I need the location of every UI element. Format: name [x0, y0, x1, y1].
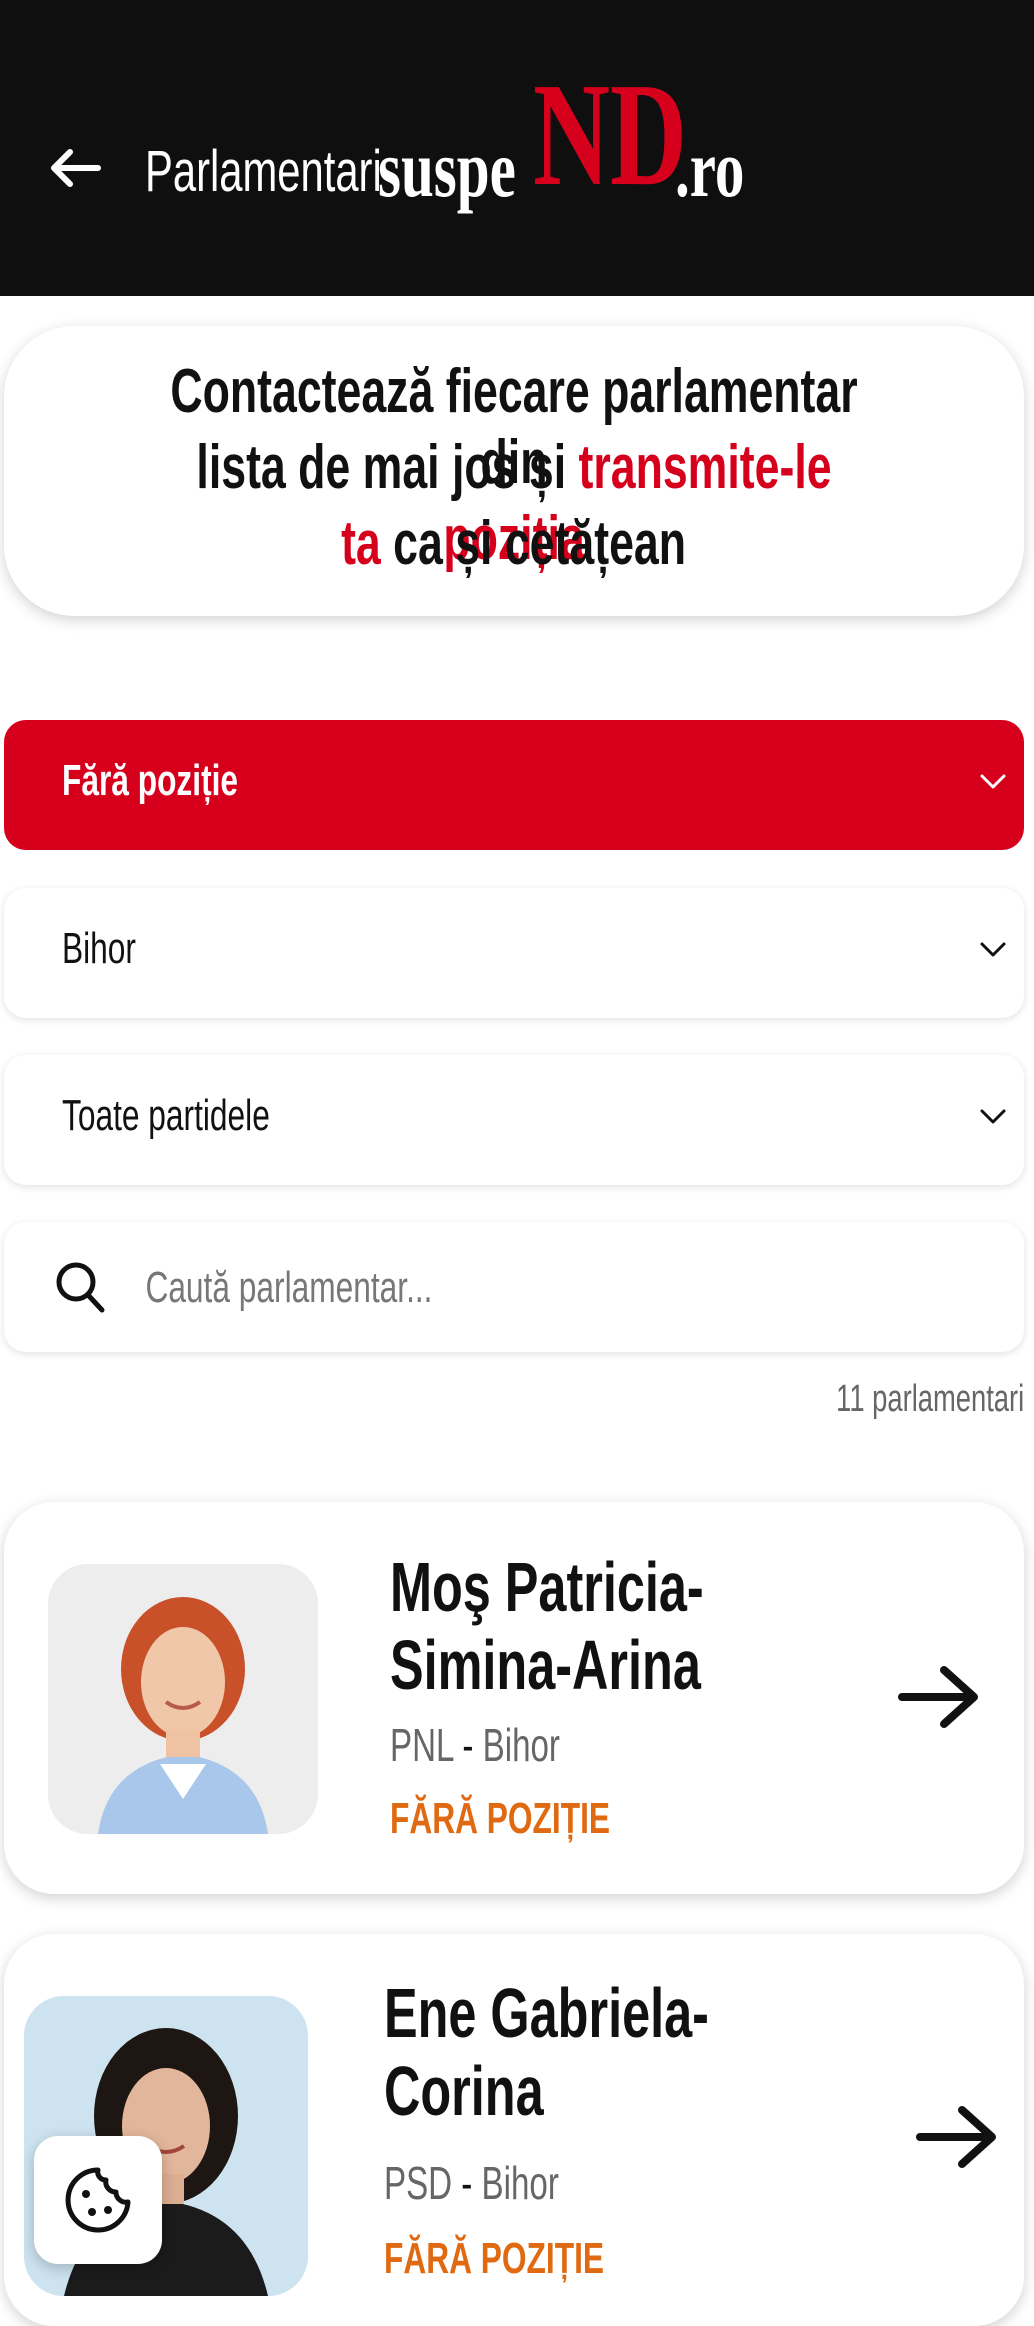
logo-text-domain: .ro — [675, 123, 745, 214]
cookie-settings-button[interactable] — [34, 2136, 162, 2264]
card-name-line-1: Moş Patricia- — [390, 1548, 704, 1626]
avatar — [48, 1564, 318, 1834]
arrow-right-icon[interactable] — [896, 1662, 982, 1732]
county-label: Bihor — [481, 2157, 559, 2209]
position-filter-select[interactable]: Fără poziție — [4, 720, 1024, 850]
arrow-right-icon[interactable] — [914, 2102, 1000, 2172]
chevron-down-icon — [980, 1109, 1006, 1124]
card-meta: PNL - Bihor — [390, 1719, 560, 1771]
card-name-line-2: Corina — [384, 2052, 544, 2130]
chevron-down-icon — [980, 774, 1006, 789]
status-badge: FĂRĂ POZIȚIE — [390, 1794, 611, 1843]
parliamentarian-card[interactable]: Moş Patricia- Simina-Arina PNL - Bihor F… — [4, 1502, 1024, 1894]
search-icon — [56, 1262, 105, 1313]
party-filter-select[interactable]: Toate partidele — [4, 1055, 1024, 1185]
arrow-left-icon[interactable] — [44, 138, 104, 198]
search-input[interactable] — [144, 1252, 752, 1324]
party-filter-value: Toate partidele — [62, 1091, 270, 1140]
intro-line-3: ta ca și cetățean — [341, 509, 687, 578]
cookie-icon — [65, 2167, 131, 2233]
search-box[interactable] — [4, 1222, 1024, 1352]
party-label: PSD — [384, 2157, 453, 2209]
card-meta: PSD - Bihor — [384, 2157, 559, 2209]
logo-text-suspe: suspe — [378, 123, 516, 214]
position-filter-value: Fără poziție — [62, 756, 239, 805]
intro-card: Contactează fiecare parlamentar din list… — [4, 326, 1024, 616]
app-header: Parlamentari suspe ND .ro — [0, 0, 1034, 296]
site-logo[interactable]: Parlamentari suspe ND .ro — [145, 53, 845, 217]
card-name-line-1: Ene Gabriela- — [384, 1974, 709, 2052]
result-count: 11 parlamentari — [835, 1378, 1024, 1420]
party-label: PNL — [390, 1719, 454, 1771]
logo-text-parlamentari: Parlamentari — [145, 139, 382, 204]
county-label: Bihor — [482, 1719, 560, 1771]
card-name-line-2: Simina-Arina — [390, 1626, 701, 1704]
chevron-down-icon — [980, 942, 1006, 957]
county-filter-value: Bihor — [62, 924, 136, 973]
county-filter-select[interactable]: Bihor — [4, 888, 1024, 1018]
status-badge: FĂRĂ POZIȚIE — [384, 2234, 605, 2283]
parliamentarian-card[interactable]: Ene Gabriela- Corina PSD - Bihor FĂRĂ PO… — [4, 1934, 1024, 2326]
logo-text-nd: ND — [533, 53, 687, 217]
